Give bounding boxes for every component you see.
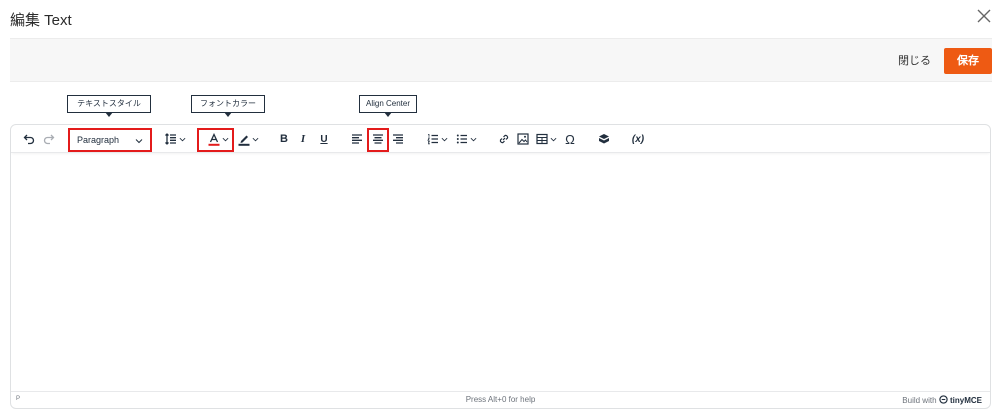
align-left-icon[interactable]: [350, 131, 364, 147]
line-height-icon[interactable]: [164, 131, 186, 147]
help-hint: Press Alt+0 for help: [465, 395, 536, 404]
rich-text-editor: Paragraph B I U Ω (x) P Press Alt+0 for …: [10, 124, 991, 409]
table-icon[interactable]: [534, 131, 558, 147]
undo-icon[interactable]: [22, 131, 36, 147]
highlight-icon[interactable]: [236, 131, 260, 147]
bold-icon[interactable]: B: [277, 131, 291, 147]
close-icon[interactable]: [975, 7, 993, 25]
build-with-label: Build with: [902, 396, 937, 405]
tinymce-logo-icon: [939, 395, 948, 404]
tooltip-text-style: テキストスタイル: [67, 95, 151, 117]
chevron-down-icon: [550, 137, 556, 141]
link-icon[interactable]: [497, 131, 511, 147]
action-bar: 閉じる 保存: [10, 38, 992, 82]
align-right-icon[interactable]: [391, 131, 405, 147]
chevron-down-icon: [441, 137, 447, 141]
chevron-down-icon: [179, 137, 185, 141]
italic-icon[interactable]: I: [296, 131, 310, 147]
template-icon[interactable]: [597, 131, 611, 147]
variable-icon[interactable]: (x): [628, 131, 648, 147]
editor-toolbar: Paragraph B I U Ω (x): [11, 125, 990, 153]
tinymce-brand: tinyMCE: [950, 396, 982, 405]
image-icon[interactable]: [516, 131, 530, 147]
block-format-value: Paragraph: [77, 135, 120, 145]
text-color-icon[interactable]: [204, 131, 232, 147]
tooltip-font-color: フォントカラー: [191, 95, 265, 117]
underline-icon[interactable]: U: [317, 131, 331, 147]
editor-content-area[interactable]: [11, 154, 990, 391]
bullet-list-icon[interactable]: [454, 131, 478, 147]
block-format-select[interactable]: Paragraph: [68, 128, 152, 152]
save-button[interactable]: 保存: [944, 48, 992, 74]
tooltip-align-center: Align Center: [359, 95, 417, 117]
editor-statusbar: P Press Alt+0 for help Build with tinyMC…: [11, 391, 990, 408]
branding[interactable]: Build with tinyMCE: [902, 395, 982, 405]
chevron-down-icon: [470, 137, 476, 141]
numbered-list-icon[interactable]: [425, 131, 449, 147]
redo-icon[interactable]: [42, 131, 56, 147]
dialog-title: 編集 Text: [10, 12, 72, 29]
chevron-down-icon: [252, 137, 258, 141]
align-center-icon[interactable]: [371, 131, 385, 147]
dialog-header: 編集 Text: [0, 0, 1000, 38]
close-button[interactable]: 閉じる: [898, 52, 931, 68]
special-char-icon[interactable]: Ω: [563, 131, 577, 147]
chevron-down-icon: [135, 139, 143, 144]
chevron-down-icon: [222, 137, 228, 141]
